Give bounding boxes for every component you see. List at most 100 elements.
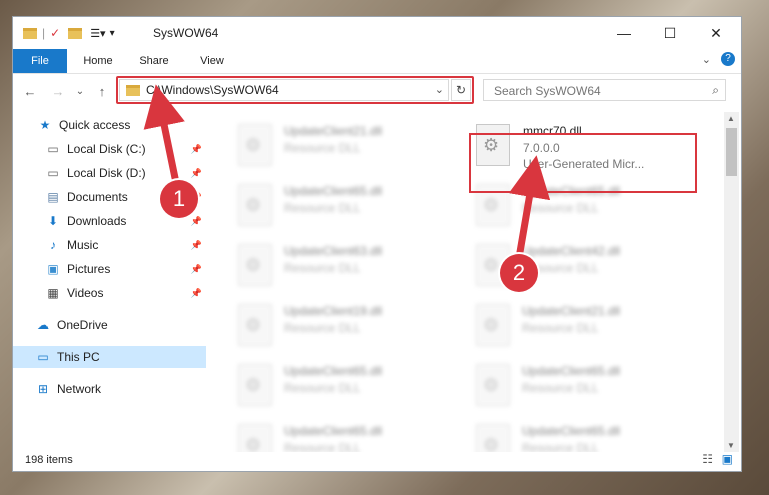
pin-icon[interactable]: 📌 <box>191 264 202 275</box>
back-button[interactable]: ← <box>21 82 39 100</box>
dll-file-icon: ⚙ <box>238 124 272 166</box>
nav-pictures[interactable]: ▣ Pictures 📌 <box>13 258 206 280</box>
maximize-button[interactable]: ☐ <box>647 17 693 49</box>
step-marker-1: 1 <box>160 180 198 218</box>
file-type: Resource DLL <box>284 381 361 395</box>
explorer-window: | ✓ ☰▾ ▾ SysWOW64 — ☐ ✕ File Home Share … <box>12 16 742 472</box>
search-input[interactable] <box>492 83 696 99</box>
nav-music[interactable]: ♪ Music 📌 <box>13 234 206 256</box>
file-highlight <box>469 133 697 193</box>
dll-file-icon: ⚙ <box>238 304 272 346</box>
pin-icon[interactable]: 📌 <box>191 144 202 155</box>
file-name: UpdateClient65.dll <box>284 364 383 378</box>
picture-icon: ▣ <box>47 262 59 276</box>
file-item[interactable]: ⚙ UpdateClient65.dll Resource DLL <box>238 180 458 240</box>
file-type: Resource DLL <box>522 381 599 395</box>
file-item[interactable]: ⚙ UpdateClient21.dll Resource DLL <box>238 120 458 180</box>
forward-button[interactable]: → <box>49 82 67 100</box>
details-view-icon[interactable]: ☷ <box>702 452 713 466</box>
new-folder-icon[interactable] <box>68 27 83 39</box>
computer-icon: ▭ <box>37 350 49 364</box>
file-type: Resource DLL <box>522 321 599 335</box>
expand-ribbon-icon[interactable]: ⌄ <box>702 53 711 66</box>
cloud-icon: ☁ <box>37 318 49 332</box>
nav-label: Downloads <box>67 214 127 228</box>
scrollbar-thumb[interactable] <box>726 128 737 176</box>
pin-icon[interactable]: 📌 <box>191 216 202 227</box>
file-name: UpdateClient21.dll <box>284 124 383 138</box>
nav-label: Documents <box>67 190 128 204</box>
file-type: Resource DLL <box>284 141 361 155</box>
file-name: UpdateClient19.dll <box>284 304 383 318</box>
up-button[interactable]: ↑ <box>93 82 111 100</box>
quick-access-toolbar: | ✓ ☰▾ ▾ <box>23 24 115 42</box>
dropdown-icon[interactable]: ▾ <box>110 28 115 39</box>
file-type: Resource DLL <box>284 321 361 335</box>
tab-share[interactable]: Share <box>131 49 177 73</box>
pin-icon[interactable]: 📌 <box>191 168 202 179</box>
file-name: UpdateClient63.dll <box>284 244 383 258</box>
video-icon: ▦ <box>47 286 59 300</box>
search-box[interactable]: ⌕ <box>483 79 726 101</box>
minimize-button[interactable]: — <box>601 17 647 49</box>
nav-label: Quick access <box>59 118 131 132</box>
address-highlight <box>116 76 474 104</box>
file-name: UpdateClient21.dll <box>522 304 621 318</box>
scroll-up-icon[interactable]: ▲ <box>727 114 735 123</box>
nav-label: Local Disk (D:) <box>67 166 146 180</box>
search-icon[interactable]: ⌕ <box>712 83 719 98</box>
nav-onedrive[interactable]: ☁ OneDrive <box>13 314 206 336</box>
nav-label: Network <box>57 382 102 396</box>
recent-locations-icon[interactable]: ⌄ <box>71 82 89 100</box>
vertical-scrollbar[interactable]: ▲ ▼ <box>724 112 739 452</box>
nav-videos[interactable]: ▦ Videos 📌 <box>13 282 206 304</box>
nav-label: Music <box>67 238 99 252</box>
file-item[interactable]: ⚙ UpdateClient65.dll Resource DLL <box>476 420 696 452</box>
dll-file-icon: ⚙ <box>238 184 272 226</box>
separator: | <box>42 26 46 40</box>
folder-icon[interactable] <box>23 27 37 39</box>
properties-icon[interactable]: ✓ <box>50 26 60 40</box>
dll-file-icon: ⚙ <box>476 364 510 406</box>
music-icon: ♪ <box>50 238 56 252</box>
dll-file-icon: ⚙ <box>476 304 510 346</box>
drive-icon: ▭ <box>47 142 59 156</box>
nav-label: Local Disk (C:) <box>67 142 146 156</box>
file-item[interactable]: ⚙ UpdateClient65.dll Resource DLL <box>238 360 458 420</box>
customize-icon[interactable]: ☰▾ <box>90 27 105 40</box>
file-name: UpdateClient65.dll <box>522 364 621 378</box>
dll-file-icon: ⚙ <box>476 424 510 452</box>
file-item[interactable]: ⚙ UpdateClient63.dll Resource DLL <box>238 240 458 300</box>
dll-file-icon: ⚙ <box>238 364 272 406</box>
pin-icon[interactable]: 📌 <box>191 240 202 251</box>
file-item[interactable]: ⚙ UpdateClient65.dll Resource DLL <box>476 360 696 420</box>
nav-label: This PC <box>57 350 100 364</box>
large-icons-view-icon[interactable]: ▣ <box>722 452 733 466</box>
file-item[interactable]: ⚙ UpdateClient21.dll Resource DLL <box>476 300 696 360</box>
drive-icon: ▭ <box>47 166 59 180</box>
step-marker-2: 2 <box>500 254 538 292</box>
dll-file-icon: ⚙ <box>238 244 272 286</box>
address-row: ← → ⌄ ↑ C:\Windows\SysWOW64 ⌄ ↻ ⌕ <box>13 74 741 108</box>
tab-view[interactable]: View <box>189 49 235 73</box>
network-icon: ⊞ <box>37 382 49 396</box>
ribbon-tabs: File Home Share View ⌄ ? <box>13 49 741 74</box>
tab-home[interactable]: Home <box>75 49 121 73</box>
file-name: UpdateClient42.dll <box>522 244 621 258</box>
file-type: Resource DLL <box>522 201 599 215</box>
tab-file[interactable]: File <box>13 49 67 73</box>
dll-file-icon: ⚙ <box>238 424 272 452</box>
item-count: 198 items <box>25 454 73 466</box>
nav-local-disk-c[interactable]: ▭ Local Disk (C:) 📌 <box>13 138 206 160</box>
pin-icon[interactable]: 📌 <box>191 288 202 299</box>
title-bar: | ✓ ☰▾ ▾ SysWOW64 — ☐ ✕ <box>13 17 741 49</box>
file-item[interactable]: ⚙ UpdateClient65.dll Resource DLL <box>238 420 458 452</box>
star-icon: ★ <box>39 118 51 132</box>
close-button[interactable]: ✕ <box>693 17 739 49</box>
nav-quick-access[interactable]: ★ Quick access <box>13 114 206 136</box>
file-item[interactable]: ⚙ UpdateClient19.dll Resource DLL <box>238 300 458 360</box>
file-name: UpdateClient65.dll <box>284 184 383 198</box>
nav-network[interactable]: ⊞ Network <box>13 378 206 400</box>
help-icon[interactable]: ? <box>721 52 735 66</box>
nav-this-pc[interactable]: ▭ This PC <box>13 346 206 368</box>
